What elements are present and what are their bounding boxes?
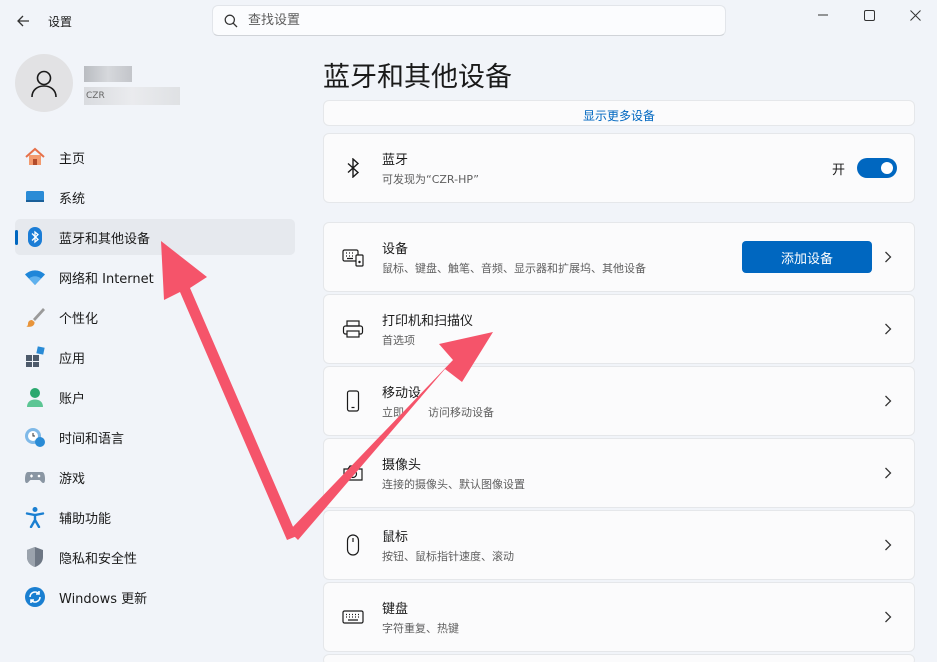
clock-globe-icon <box>24 426 46 448</box>
wifi-icon <box>24 266 46 288</box>
mobile-devices-row[interactable]: 移动设 立即 访问移动设备 <box>323 366 915 436</box>
mouse-row[interactable]: 鼠标 按钮、鼠标指针速度、滚动 <box>323 510 915 580</box>
bluetooth-icon <box>24 226 46 248</box>
sidebar-item-home[interactable]: 主页 <box>15 139 295 175</box>
chevron-right-icon <box>876 611 900 623</box>
user-email-blurred: CZR <box>84 87 180 105</box>
chevron-right-icon <box>876 467 900 479</box>
app-title: 设置 <box>48 15 73 29</box>
sidebar-item-apps[interactable]: 应用 <box>15 339 295 375</box>
accessibility-icon <box>24 506 46 528</box>
camera-row[interactable]: 摄像头 连接的摄像头、默认图像设置 <box>323 438 915 508</box>
avatar[interactable] <box>15 54 73 112</box>
keyboard-subtitle: 字符重复、热键 <box>382 622 459 635</box>
search-icon <box>224 14 238 27</box>
account-icon <box>24 386 46 408</box>
mobile-devices-title: 移动设 <box>382 386 422 401</box>
camera-title: 摄像头 <box>382 458 422 473</box>
back-button[interactable] <box>10 8 36 34</box>
chevron-right-icon <box>876 539 900 551</box>
devices-row[interactable]: 设备 鼠标、键盘、触笔、音频、显示器和扩展坞、其他设备 添加设备 <box>323 222 915 292</box>
gamepad-icon <box>24 466 46 488</box>
devices-title: 设备 <box>382 242 409 257</box>
search-input[interactable] <box>248 13 688 28</box>
mobile-devices-subtitle: 立即 访问移动设备 <box>382 406 494 419</box>
sidebar-item-windows-update[interactable]: Windows 更新 <box>15 579 295 615</box>
devices-subtitle: 鼠标、键盘、触笔、音频、显示器和扩展坞、其他设备 <box>382 262 646 275</box>
sidebar-item-accessibility[interactable]: 辅助功能 <box>15 499 295 535</box>
sidebar-item-network[interactable]: 网络和 Internet <box>15 259 295 295</box>
bluetooth-toggle[interactable] <box>857 158 897 178</box>
sidebar-item-bluetooth[interactable]: 蓝牙和其他设备 <box>15 219 295 255</box>
keyboard-title: 键盘 <box>382 602 409 617</box>
show-more-devices-link[interactable]: 显示更多设备 <box>583 110 655 122</box>
chevron-right-icon <box>876 251 900 263</box>
bluetooth-row: 蓝牙 可发现为“CZR-HP” 开 <box>323 133 915 203</box>
search-box[interactable] <box>212 5 726 36</box>
person-icon <box>31 70 57 98</box>
devices-icon <box>342 246 364 268</box>
close-button[interactable] <box>892 0 937 30</box>
bluetooth-symbol-icon <box>342 157 364 179</box>
bluetooth-subtitle: 可发现为“CZR-HP” <box>382 173 479 186</box>
apps-icon <box>24 346 46 368</box>
camera-icon <box>342 462 364 484</box>
minimize-icon <box>818 14 828 16</box>
printers-title: 打印机和扫描仪 <box>382 314 474 329</box>
camera-subtitle: 连接的摄像头、默认图像设置 <box>382 478 525 491</box>
shield-icon <box>24 546 46 568</box>
minimize-button[interactable] <box>800 0 846 30</box>
sidebar-item-gaming[interactable]: 游戏 <box>15 459 295 495</box>
close-icon <box>909 9 921 21</box>
bluetooth-toggle-label: 开 <box>831 162 845 178</box>
mouse-subtitle: 按钮、鼠标指针速度、滚动 <box>382 550 514 563</box>
system-icon <box>24 186 46 208</box>
printer-icon <box>342 318 364 340</box>
user-email-fragment: CZR <box>86 91 105 101</box>
chevron-right-icon <box>876 395 900 407</box>
page-title: 蓝牙和其他设备 <box>323 62 512 93</box>
mouse-icon <box>342 534 364 556</box>
add-device-button[interactable]: 添加设备 <box>742 241 872 273</box>
printers-row[interactable]: 打印机和扫描仪 首选项 <box>323 294 915 364</box>
sidebar-nav: 主页 系统 蓝牙和其他设备 网络和 Internet 个性化 应用 账户 时间和… <box>15 139 295 619</box>
update-icon <box>24 586 46 608</box>
maximize-icon <box>863 9 875 21</box>
sidebar-item-accounts[interactable]: 账户 <box>15 379 295 415</box>
sidebar-item-system[interactable]: 系统 <box>15 179 295 215</box>
phone-icon <box>342 390 364 412</box>
user-name-blurred <box>84 66 132 82</box>
back-arrow-icon <box>17 15 29 27</box>
chevron-right-icon <box>876 323 900 335</box>
maximize-button[interactable] <box>846 0 892 30</box>
printers-subtitle: 首选项 <box>382 334 415 347</box>
sidebar-item-time-language[interactable]: 时间和语言 <box>15 419 295 455</box>
sidebar-item-privacy[interactable]: 隐私和安全性 <box>15 539 295 575</box>
bluetooth-title: 蓝牙 <box>382 153 409 168</box>
brush-icon <box>24 306 46 328</box>
home-icon <box>24 146 46 168</box>
show-more-devices-card[interactable]: 显示更多设备 <box>323 100 915 126</box>
next-row-partial <box>323 654 915 662</box>
keyboard-icon <box>342 606 364 628</box>
sidebar-item-personalization[interactable]: 个性化 <box>15 299 295 335</box>
keyboard-row[interactable]: 键盘 字符重复、热键 <box>323 582 915 652</box>
mouse-title: 鼠标 <box>382 530 409 545</box>
